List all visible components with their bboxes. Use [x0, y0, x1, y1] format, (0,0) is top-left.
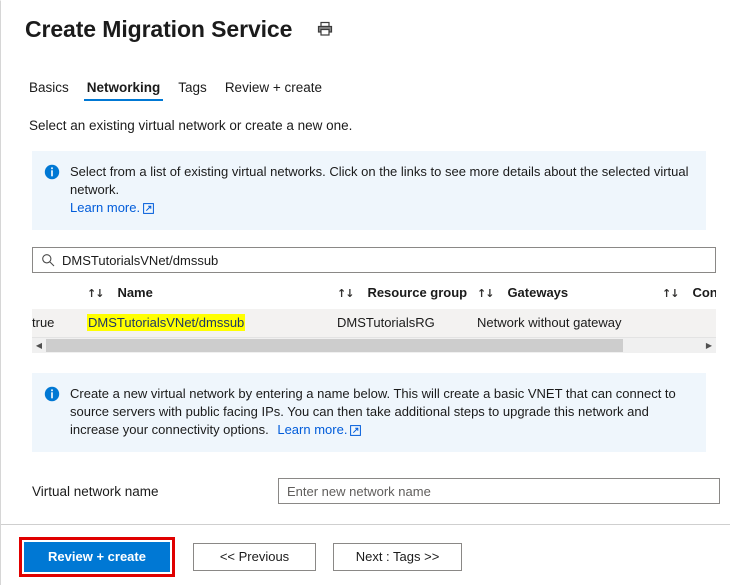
info-banner-text: Create a new virtual network by entering… — [70, 385, 692, 439]
table-header-resource-group-label: Resource group — [367, 285, 467, 300]
sort-icon-resource-group[interactable]: ↑↓ — [337, 287, 353, 300]
row-resource-group-value: DMSTutorialsRG — [337, 309, 477, 337]
vnet-table: ↑↓ Name ↑↓ Resource group ↑↓ Gateways ↑↓ Con… — [32, 281, 716, 337]
virtual-network-name-row: Virtual network name — [32, 478, 720, 504]
virtual-network-name-label: Virtual network name — [32, 484, 278, 499]
learn-more-link-existing[interactable]: Learn more. — [70, 200, 140, 215]
learn-more-link-create[interactable]: Learn more. — [277, 422, 347, 437]
vnet-search-box[interactable] — [32, 247, 716, 273]
table-header-connections-label: Connections — [692, 285, 716, 300]
tab-review-create[interactable]: Review + create — [216, 79, 331, 101]
tab-tags[interactable]: Tags — [169, 79, 216, 101]
table-header-row: ↑↓ Name ↑↓ Resource group ↑↓ Gateways ↑↓ Con… — [32, 281, 716, 309]
scroll-right-arrow-icon[interactable]: ▶ — [702, 338, 716, 353]
previous-button[interactable]: << Previous — [193, 543, 316, 571]
footer-divider — [1, 524, 730, 525]
review-create-button[interactable]: Review + create — [24, 542, 170, 572]
table-row[interactable]: true DMSTutorialsVNet/dmssub DMSTutorial… — [32, 309, 716, 337]
table-header-gateways-label: Gateways — [507, 285, 568, 300]
review-create-annotation-box: Review + create — [19, 537, 175, 577]
external-link-icon — [143, 201, 154, 212]
tab-networking[interactable]: Networking — [78, 79, 170, 101]
info-banner-create-network: Create a new virtual network by entering… — [32, 373, 706, 452]
info-banner-existing-message: Select from a list of existing virtual n… — [70, 164, 689, 197]
table-header-name[interactable]: ↑↓ Name — [87, 281, 337, 309]
external-link-icon — [350, 423, 361, 434]
row-gateways-value: Network without gateway — [477, 309, 662, 337]
scroll-left-arrow-icon[interactable]: ◀ — [32, 338, 46, 353]
row-connections-value — [662, 309, 716, 337]
row-name-cell[interactable]: DMSTutorialsVNet/dmssub — [87, 309, 337, 337]
next-tags-button[interactable]: Next : Tags >> — [333, 543, 462, 571]
create-migration-service-page: Create Migration Service Basics Networki… — [0, 0, 730, 585]
table-header-connections[interactable]: ↑↓ Connections — [662, 281, 716, 309]
row-selected-value: true — [32, 309, 87, 337]
wizard-tabs: Basics Networking Tags Review + create — [1, 75, 730, 101]
printer-icon[interactable] — [314, 18, 336, 40]
tab-basics[interactable]: Basics — [20, 79, 78, 101]
row-name-value[interactable]: DMSTutorialsVNet/dmssub — [87, 314, 245, 331]
table-header-selected — [32, 281, 87, 309]
header-divider — [1, 57, 730, 58]
section-subtitle: Select an existing virtual network or cr… — [29, 118, 730, 133]
scrollbar-thumb[interactable] — [46, 339, 623, 352]
table-header-gateways[interactable]: ↑↓ Gateways — [477, 281, 662, 309]
table-header-resource-group[interactable]: ↑↓ Resource group — [337, 281, 477, 309]
info-banner-text: Select from a list of existing virtual n… — [70, 163, 692, 217]
virtual-network-name-input[interactable] — [278, 478, 720, 504]
search-icon — [41, 253, 55, 267]
sort-icon-name[interactable]: ↑↓ — [87, 287, 103, 300]
scrollbar-track[interactable] — [46, 338, 702, 353]
info-icon — [44, 386, 60, 402]
info-banner-create-message: Create a new virtual network by entering… — [70, 386, 676, 437]
info-icon — [44, 164, 60, 180]
table-horizontal-scrollbar[interactable]: ◀ ▶ — [32, 337, 716, 353]
info-banner-existing-network: Select from a list of existing virtual n… — [32, 151, 706, 230]
wizard-footer: Review + create << Previous Next : Tags … — [1, 537, 730, 577]
search-input[interactable] — [62, 249, 715, 271]
sort-icon-gateways[interactable]: ↑↓ — [477, 287, 493, 300]
table-header-name-label: Name — [117, 285, 152, 300]
page-header: Create Migration Service — [1, 1, 730, 45]
page-title: Create Migration Service — [25, 15, 292, 43]
sort-icon-connections[interactable]: ↑↓ — [662, 287, 678, 300]
